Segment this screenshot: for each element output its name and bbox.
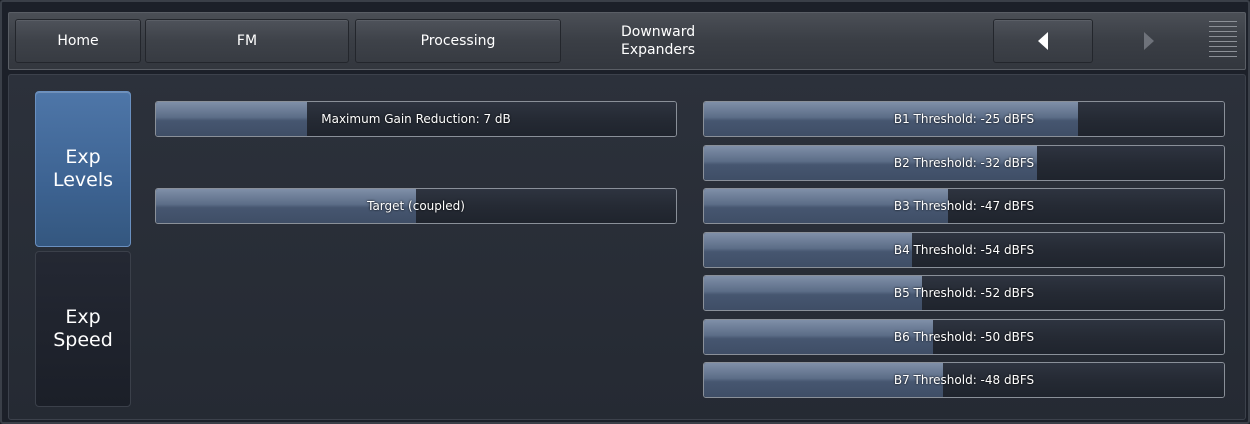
top-navigation-bar: Home FM Processing Downward Expanders bbox=[8, 12, 1246, 70]
max-gain-reduction-slider[interactable]: Maximum Gain Reduction: 7 dB bbox=[155, 101, 677, 137]
b2-threshold-slider[interactable]: B2 Threshold: -32 dBFS bbox=[703, 145, 1225, 181]
home-button[interactable]: Home bbox=[15, 19, 141, 63]
tab-exp-levels-line1: Exp bbox=[65, 146, 101, 168]
slider-label: B3 Threshold: -47 dBFS bbox=[893, 199, 1035, 213]
slider-label: Maximum Gain Reduction: 7 dB bbox=[321, 112, 511, 126]
processing-button[interactable]: Processing bbox=[355, 19, 561, 63]
b1-threshold-slider[interactable]: B1 Threshold: -25 dBFS bbox=[703, 101, 1225, 137]
previous-page-button[interactable] bbox=[993, 19, 1093, 63]
triangle-left-icon bbox=[1038, 32, 1048, 50]
page-title-line2: Expanders bbox=[621, 42, 696, 58]
tab-exp-levels-line2: Levels bbox=[52, 169, 114, 191]
b4-threshold-slider[interactable]: B4 Threshold: -54 dBFS bbox=[703, 232, 1225, 268]
app-window: Home FM Processing Downward Expanders Ex… bbox=[0, 0, 1250, 424]
main-panel: Exp Levels Exp Speed Maximum Gain Reduct… bbox=[8, 74, 1246, 420]
slider-label: B5 Threshold: -52 dBFS bbox=[893, 286, 1035, 300]
triangle-right-icon bbox=[1144, 32, 1154, 50]
next-page-button[interactable] bbox=[1099, 19, 1199, 63]
tab-exp-speed-line2: Speed bbox=[53, 329, 113, 351]
slider-label: B4 Threshold: -54 dBFS bbox=[893, 243, 1035, 257]
b3-threshold-slider[interactable]: B3 Threshold: -47 dBFS bbox=[703, 188, 1225, 224]
slider-label: B6 Threshold: -50 dBFS bbox=[893, 330, 1035, 344]
hamburger-menu-icon[interactable] bbox=[1209, 21, 1237, 61]
b6-threshold-slider[interactable]: B6 Threshold: -50 dBFS bbox=[703, 319, 1225, 355]
tab-exp-speed[interactable]: Exp Speed bbox=[35, 251, 131, 407]
tab-exp-levels[interactable]: Exp Levels bbox=[35, 91, 131, 247]
b7-threshold-slider[interactable]: B7 Threshold: -48 dBFS bbox=[703, 362, 1225, 398]
slider-label: B2 Threshold: -32 dBFS bbox=[893, 156, 1035, 170]
fm-button[interactable]: FM bbox=[145, 19, 349, 63]
slider-label: B1 Threshold: -25 dBFS bbox=[893, 112, 1035, 126]
slider-label: Target (coupled) bbox=[367, 199, 465, 213]
tab-exp-speed-line1: Exp bbox=[65, 306, 101, 328]
page-title: Downward Expanders bbox=[621, 19, 801, 63]
target-coupled-slider[interactable]: Target (coupled) bbox=[155, 188, 677, 224]
slider-label: B7 Threshold: -48 dBFS bbox=[893, 373, 1035, 387]
page-title-line1: Downward bbox=[621, 24, 696, 40]
b5-threshold-slider[interactable]: B5 Threshold: -52 dBFS bbox=[703, 275, 1225, 311]
